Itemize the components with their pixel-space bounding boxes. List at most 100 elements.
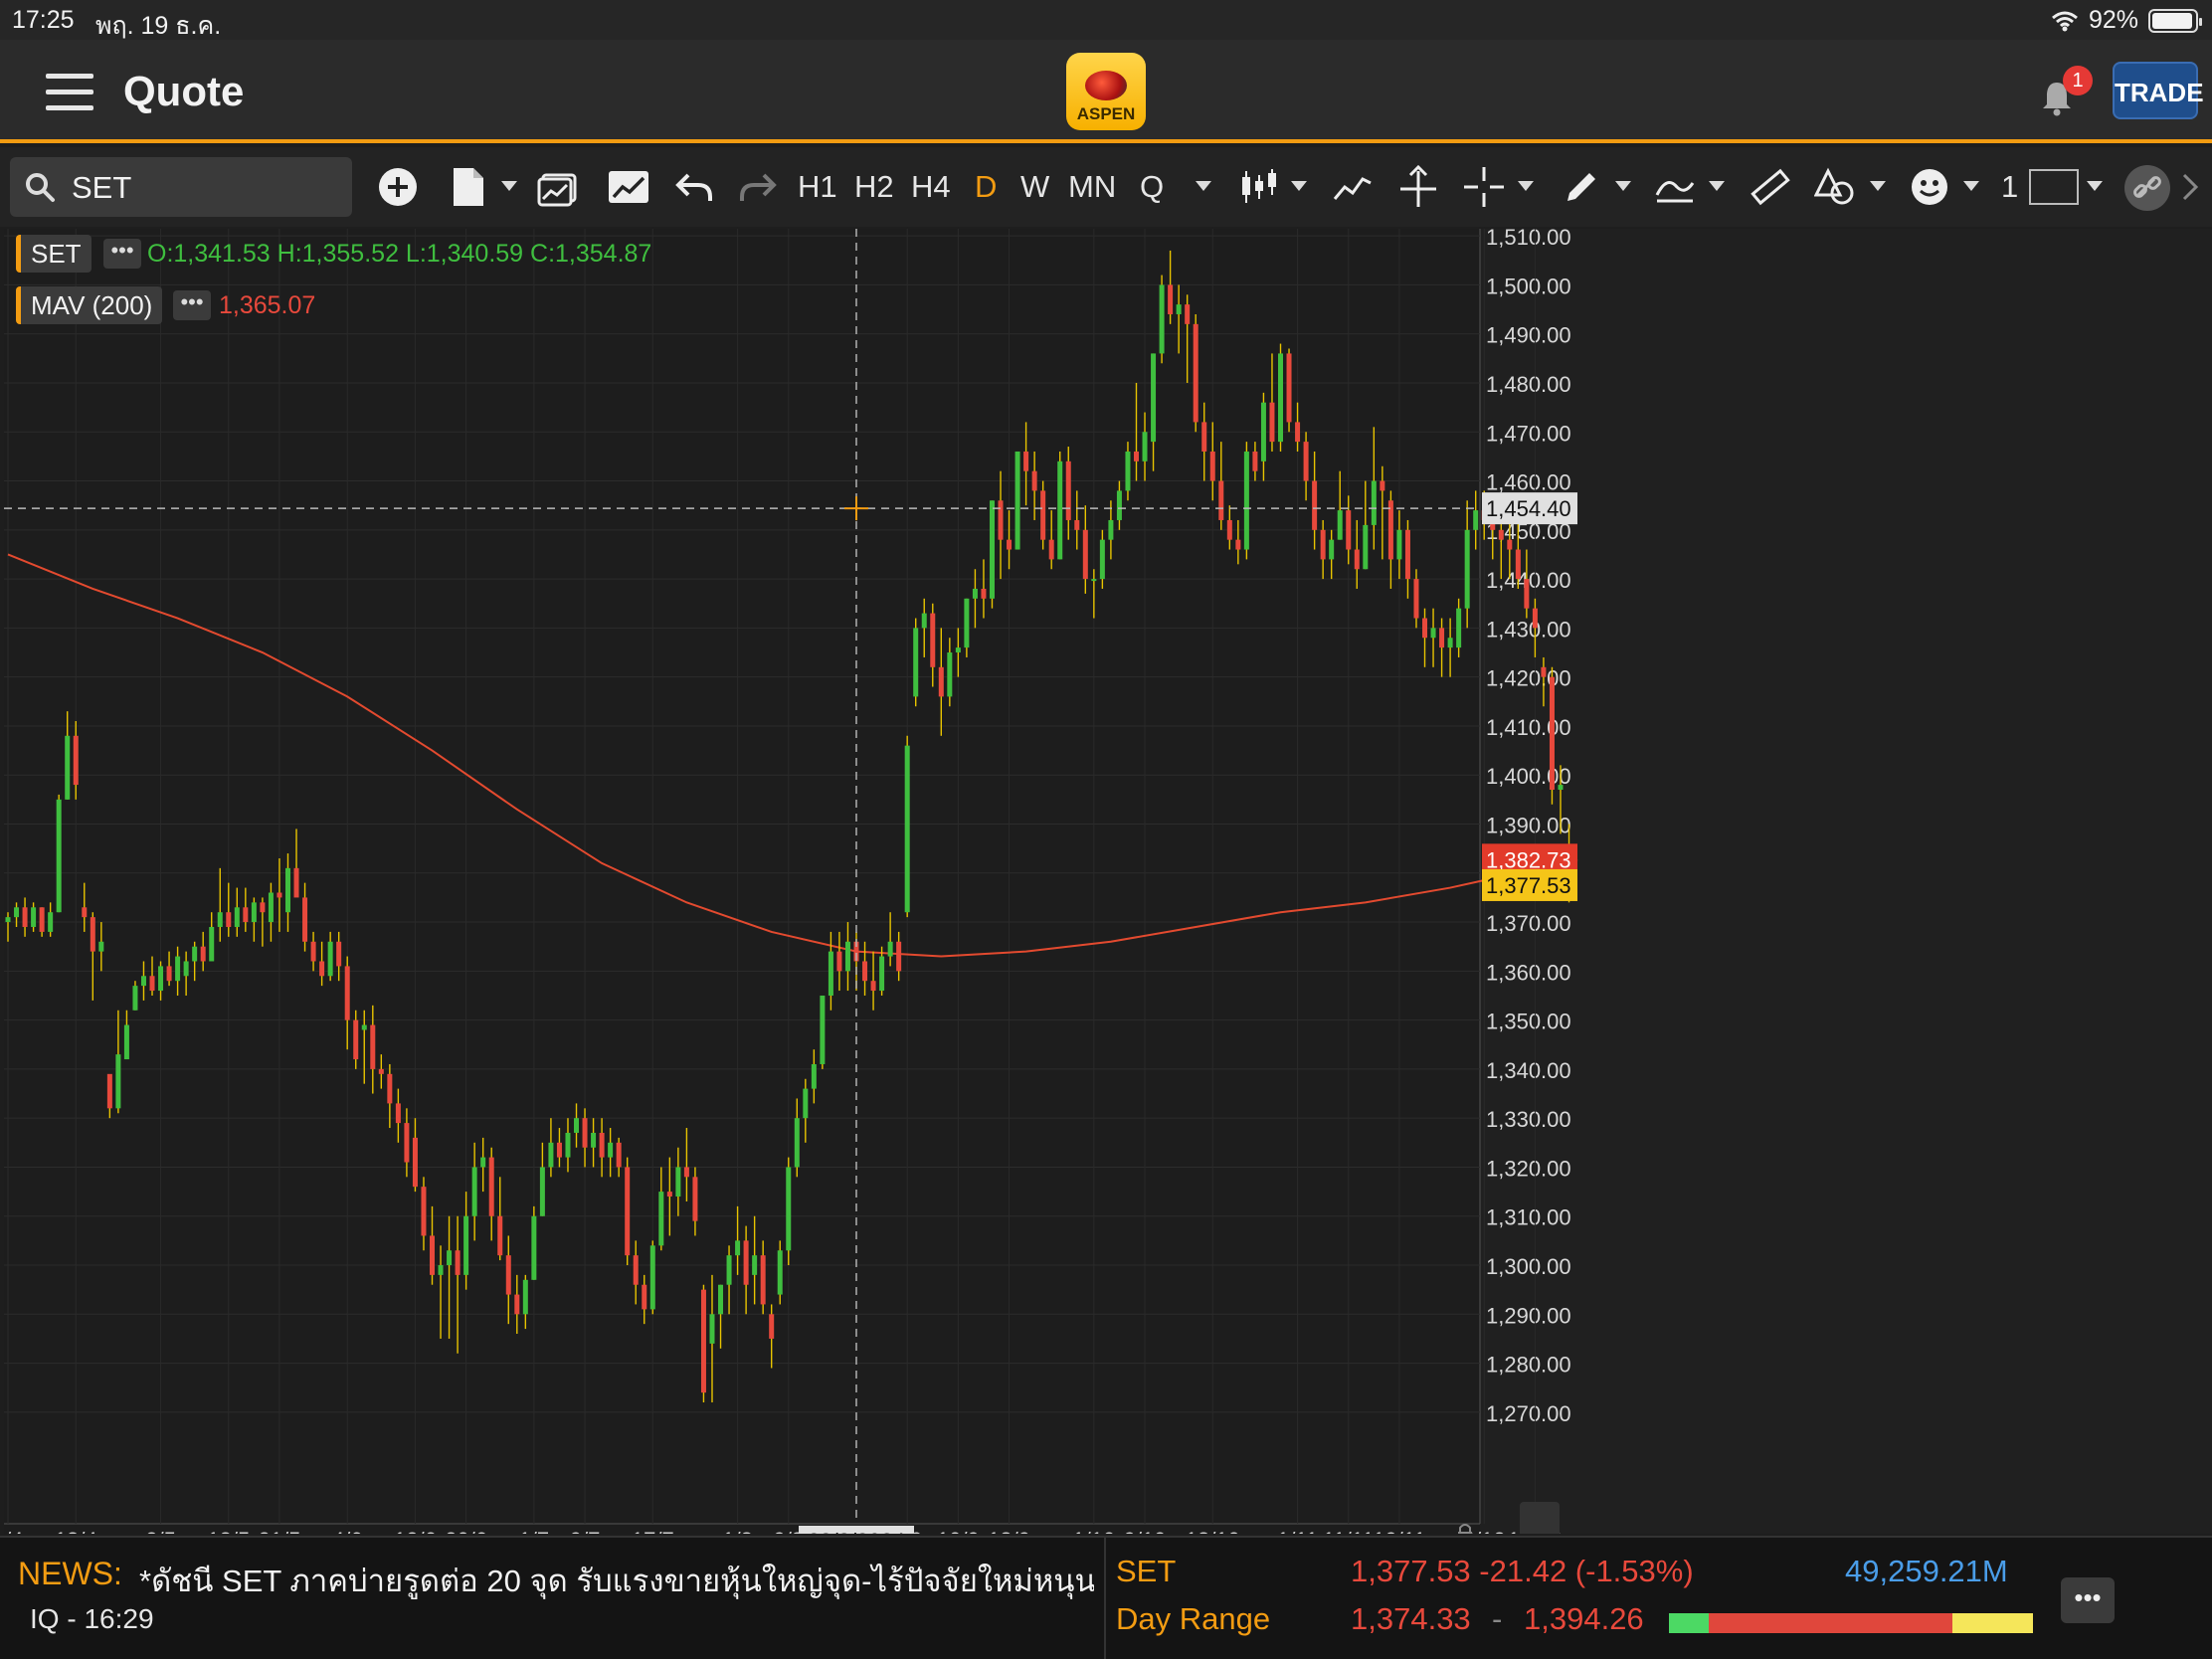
redo-icon[interactable] <box>736 165 780 209</box>
candle-up <box>175 956 181 982</box>
candle-up <box>132 986 138 1011</box>
candlestick-type-icon[interactable] <box>1237 165 1281 209</box>
candle-down <box>1048 539 1054 560</box>
menu-icon[interactable] <box>46 74 93 111</box>
candle-down <box>1549 676 1555 791</box>
last-price-tag-label: 1,377.53 <box>1486 873 1571 898</box>
candle-up <box>531 1215 537 1280</box>
candle-down <box>1252 451 1258 471</box>
line-width-value[interactable]: 1 <box>2001 165 2018 209</box>
x-tick-label: 10/9 <box>937 1528 980 1534</box>
timeframe-mn[interactable]: MN <box>1068 165 1116 209</box>
candle-down <box>1201 422 1207 452</box>
candle-up <box>913 628 919 697</box>
legend-symbol[interactable]: SET <box>16 235 92 273</box>
candle-up <box>1558 785 1564 791</box>
candle-up <box>1099 539 1105 580</box>
candle-down <box>1515 549 1521 580</box>
candle-down <box>243 907 249 923</box>
candle-up <box>1396 529 1402 560</box>
chart-canvas[interactable]: 1,510.00 1,500.00 1,490.00 1,480.00 1,470.00… <box>4 229 2212 1534</box>
wifi-icon <box>2051 11 2078 31</box>
timeframe-w[interactable]: W <box>1020 165 1049 209</box>
candle-down <box>625 1167 631 1256</box>
pencil-icon[interactable] <box>1560 165 1603 209</box>
candle-down <box>276 892 282 898</box>
candle-down <box>666 1192 672 1198</box>
timeframe-h4[interactable]: H4 <box>911 165 951 209</box>
color-box-icon[interactable] <box>2029 169 2079 205</box>
y-tick-label: 1,430.00 <box>1486 617 1571 642</box>
candle-down <box>488 1157 494 1216</box>
crosshair-caret[interactable] <box>1518 181 1534 191</box>
candle-down <box>293 867 299 898</box>
candle-up <box>844 941 850 972</box>
trade-button[interactable]: TRADE <box>2113 62 2204 119</box>
crosshair-tool-icon[interactable] <box>1396 165 1440 209</box>
candle-up <box>726 1255 732 1285</box>
price-chart[interactable]: 1,510.00 1,500.00 1,490.00 1,480.00 1,470.00… <box>4 229 2212 1534</box>
add-circle-icon[interactable] <box>376 165 420 209</box>
candle-down <box>82 907 88 918</box>
shapes-caret[interactable] <box>1870 181 1886 191</box>
candle-down <box>1541 666 1547 677</box>
quote-more-button[interactable]: ••• <box>2061 1577 2115 1623</box>
candle-up <box>887 941 893 957</box>
emoji-icon[interactable] <box>1908 165 1951 209</box>
line-chart-icon[interactable] <box>607 165 650 209</box>
candle-up <box>1142 432 1148 461</box>
logo-text: ASPEN <box>1076 104 1136 123</box>
candle-up <box>591 1132 597 1148</box>
document-caret[interactable] <box>501 181 517 191</box>
color-caret[interactable] <box>2087 181 2103 191</box>
timeframe-h1[interactable]: H1 <box>798 165 837 209</box>
candle-up <box>140 976 146 987</box>
undo-icon[interactable] <box>672 165 716 209</box>
x-tick-label: 12/6 <box>394 1528 437 1534</box>
timeframe-h2[interactable]: H2 <box>854 165 894 209</box>
candle-up <box>192 946 198 962</box>
candle-down <box>1193 323 1198 423</box>
legend-symbol-more-button[interactable]: ••• <box>103 239 141 269</box>
pencil-caret[interactable] <box>1615 181 1631 191</box>
candle-down <box>930 613 936 667</box>
news-label: NEWS: <box>18 1556 122 1591</box>
ruler-icon[interactable] <box>1749 165 1792 209</box>
candle-down <box>633 1255 639 1285</box>
timeframe-q[interactable]: Q <box>1140 165 1164 209</box>
candle-up <box>1363 524 1369 570</box>
timeframe-caret[interactable] <box>1196 181 1211 191</box>
candle-up <box>1125 451 1131 491</box>
candle-down <box>1235 539 1241 550</box>
candle-down <box>344 966 350 1020</box>
crosshair-date-label: 23/8/2024 <box>808 1529 905 1534</box>
fullscreen-icon[interactable] <box>1520 1502 1560 1534</box>
candle-down <box>1404 529 1410 580</box>
x-tick-label: 18/10 <box>1186 1528 1240 1534</box>
news-headline[interactable]: *ดัชนี SET ภาคบ่ายรูดต่อ 20 จุด รับแรงขา… <box>139 1556 1094 1605</box>
x-tick-label: 1/10 <box>1072 1528 1115 1534</box>
fibonacci-icon[interactable] <box>1653 165 1697 209</box>
legend-indicator-more-button[interactable]: ••• <box>173 290 211 320</box>
y-tick-label: 1,410.00 <box>1486 715 1571 740</box>
candle-down <box>73 735 79 786</box>
candle-down <box>378 1068 384 1074</box>
new-document-icon[interactable] <box>446 165 489 209</box>
candle-up <box>480 1157 486 1168</box>
candle-up <box>904 745 910 913</box>
fibonacci-caret[interactable] <box>1709 181 1725 191</box>
link-icon[interactable] <box>2124 165 2170 211</box>
crosshair-icon[interactable] <box>1462 165 1506 209</box>
candle-up <box>1057 461 1063 560</box>
chart-compare-icon[interactable] <box>537 165 581 209</box>
legend-indicator[interactable]: MAV (200) <box>16 286 163 324</box>
timeframe-d[interactable]: D <box>975 165 997 209</box>
symbol-search-input[interactable]: SET <box>10 157 352 217</box>
candle-up <box>98 941 104 952</box>
chart-type-caret[interactable] <box>1291 181 1307 191</box>
indicator-icon[interactable] <box>1331 165 1375 209</box>
chevron-right-icon[interactable] <box>2178 165 2202 209</box>
emoji-caret[interactable] <box>1963 181 1979 191</box>
candle-up <box>803 1088 809 1119</box>
shapes-icon[interactable] <box>1814 165 1858 209</box>
